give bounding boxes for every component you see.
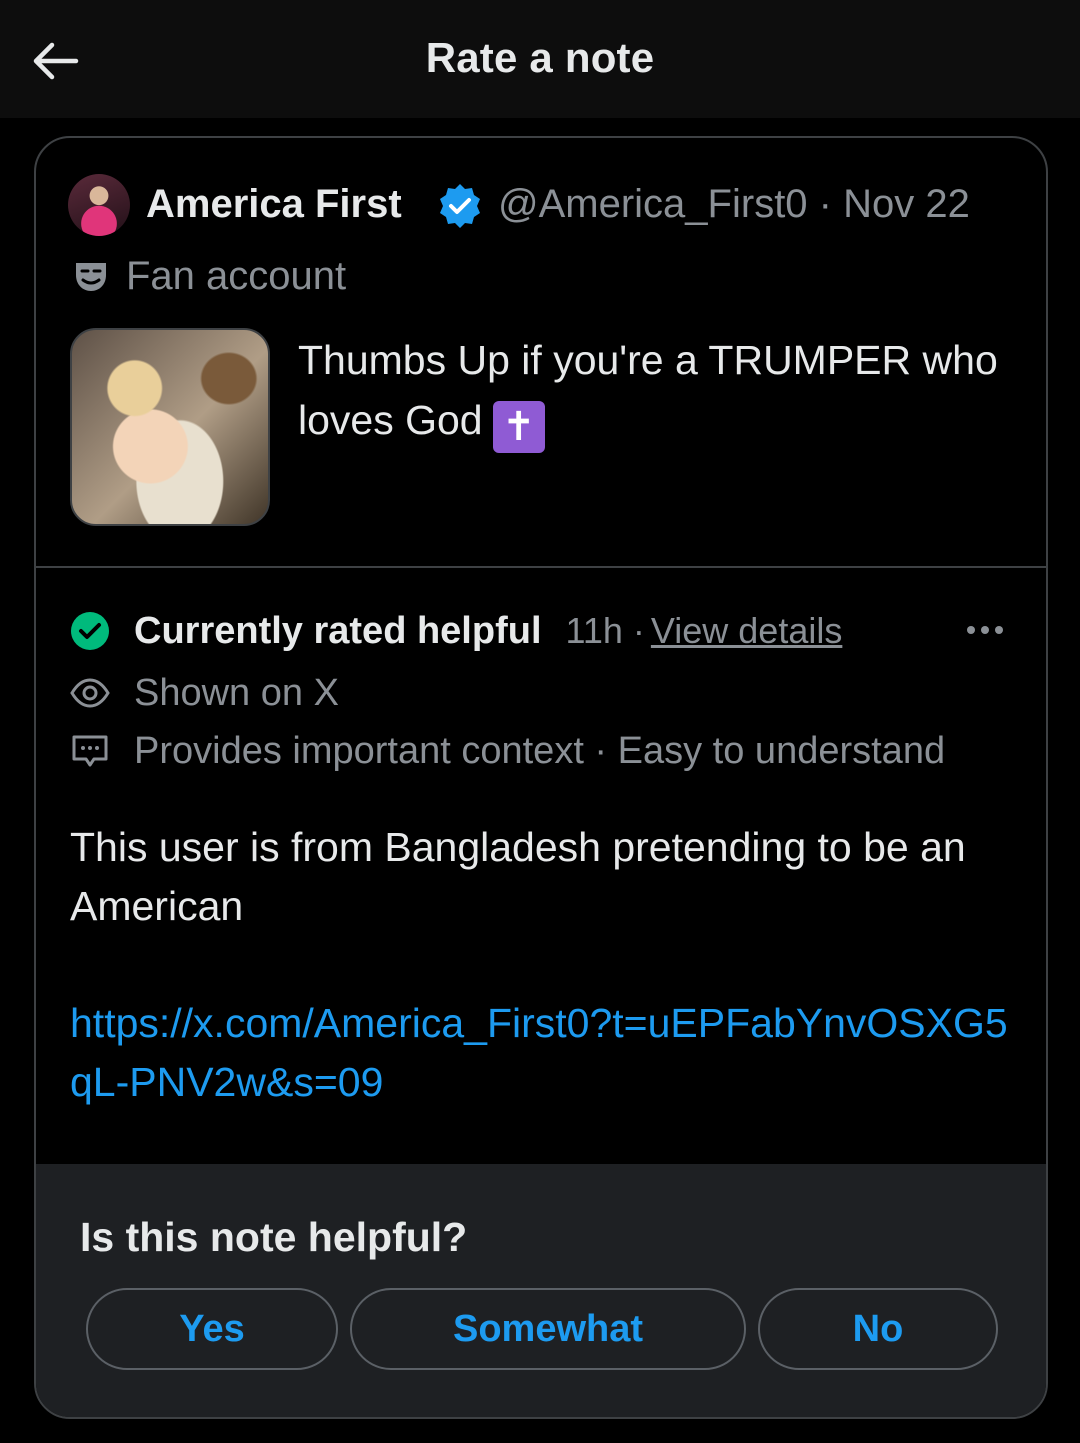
- more-options-button[interactable]: [960, 610, 1010, 650]
- message-icon: [72, 735, 108, 767]
- top-bar: Rate a note: [0, 0, 1080, 118]
- author-name[interactable]: America First: [146, 182, 402, 227]
- reasons-text: Provides important context · Easy to und…: [134, 729, 946, 772]
- note-status: Currently rated helpful: [134, 609, 542, 652]
- somewhat-button[interactable]: Somewhat: [350, 1288, 746, 1370]
- view-details-link[interactable]: View details: [651, 610, 842, 652]
- yes-button[interactable]: Yes: [86, 1288, 338, 1370]
- dot-icon: [967, 626, 975, 634]
- masks-icon: [76, 263, 106, 291]
- avatar[interactable]: [68, 174, 130, 236]
- check-circle-icon: [71, 612, 109, 650]
- shown-on-row: Shown on X: [70, 668, 339, 718]
- dot-icon: [981, 626, 989, 634]
- community-note: Currently rated helpful 11h · View detai…: [36, 568, 1046, 1164]
- fan-account-text: Fan account: [126, 253, 347, 298]
- eye-icon: [70, 678, 110, 708]
- reasons-row: Provides important context · Easy to und…: [70, 726, 945, 776]
- note-link[interactable]: https://x.com/America_First0?t=uEPFabYnv…: [70, 994, 1010, 1112]
- fan-account-label: Fan account: [72, 250, 346, 302]
- note-status-row: Currently rated helpful 11h · View detai…: [70, 606, 1020, 656]
- note-time: 11h ·: [565, 610, 645, 651]
- verified-badge-icon: [440, 184, 480, 228]
- rating-panel: Is this note helpful? Yes Somewhat No: [36, 1164, 1046, 1417]
- no-button[interactable]: No: [758, 1288, 998, 1370]
- latin-cross-emoji: ✝: [492, 401, 545, 453]
- dot-icon: [995, 626, 1003, 634]
- note-card: America First @America_First0 · Nov 22 F…: [34, 136, 1048, 1419]
- page-title: Rate a note: [425, 34, 655, 81]
- rating-question: Is this note helpful?: [80, 1214, 468, 1260]
- note-body: This user is from Bangladesh pretending …: [70, 824, 966, 929]
- quoted-post[interactable]: America First @America_First0 · Nov 22 F…: [36, 138, 1046, 566]
- post-image[interactable]: [70, 328, 270, 526]
- shown-on-text: Shown on X: [134, 671, 339, 714]
- post-text: Thumbs Up if you're a TRUMPER who loves …: [298, 330, 998, 453]
- post-text-content: Thumbs Up if you're a TRUMPER who loves …: [298, 337, 998, 443]
- handle-and-date: @America_First0 · Nov 22: [498, 182, 970, 226]
